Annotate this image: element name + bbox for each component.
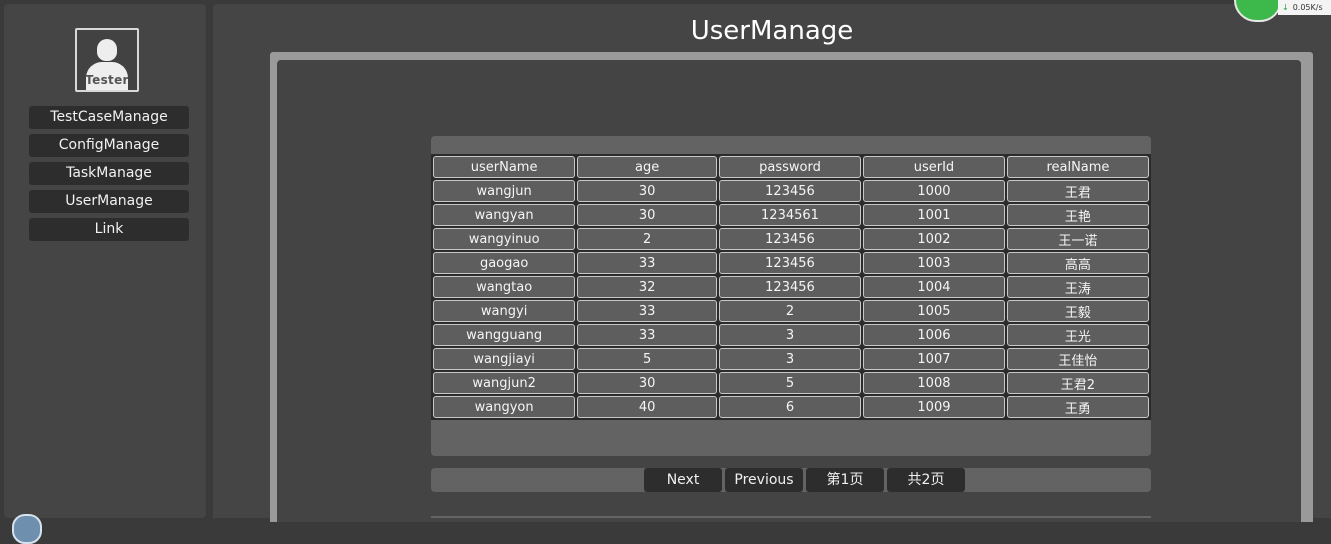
cell-age: 33 (577, 324, 717, 346)
table-row[interactable]: wangjiayi 5 3 1007 王佳怡 (433, 348, 1149, 370)
sidebar-nav: TestCaseManage ConfigManage TaskManage U… (29, 106, 189, 246)
cell-username: wangyi (433, 300, 576, 322)
cell-userid: 1003 (863, 252, 1005, 274)
cell-realname: 王佳怡 (1006, 348, 1149, 370)
cell-username: wangtao (433, 276, 576, 298)
table-row[interactable]: wangyon 40 6 1009 王勇 (433, 396, 1149, 418)
sidebar: Tester TestCaseManage ConfigManage TaskM… (4, 4, 206, 544)
cell-age: 33 (577, 252, 717, 274)
cell-userid: 1005 (863, 300, 1005, 322)
cell-password: 123456 (718, 180, 862, 202)
cell-age: 30 (577, 180, 717, 202)
current-page-indicator: 第1页 (806, 468, 884, 492)
cell-realname: 王涛 (1006, 276, 1149, 298)
table-row[interactable]: wangjun2 30 5 1008 王君2 (433, 372, 1149, 394)
column-header-userid[interactable]: userId (863, 156, 1005, 178)
cell-age: 33 (577, 300, 717, 322)
previous-button[interactable]: Previous (725, 468, 803, 492)
cell-age: 32 (577, 276, 717, 298)
page-title: UserManage (690, 16, 854, 46)
cell-userid: 1004 (863, 276, 1005, 298)
user-table-panel: userName age password userId realName wa… (431, 136, 1151, 456)
user-avatar[interactable]: Tester (75, 28, 139, 92)
cell-age: 30 (577, 204, 717, 226)
cell-userid: 1007 (863, 348, 1005, 370)
download-arrow-icon: ↓ (1282, 3, 1289, 12)
cell-password: 3 (718, 324, 862, 346)
table-row[interactable]: wangyan 30 1234561 1001 王艳 (433, 204, 1149, 226)
sidebar-item-testcasemanage[interactable]: TestCaseManage (29, 106, 189, 129)
cell-userid: 1008 (863, 372, 1005, 394)
cell-age: 30 (577, 372, 717, 394)
cell-age: 2 (577, 228, 717, 250)
cell-realname: 高高 (1006, 252, 1149, 274)
table-row[interactable]: wangjun 30 123456 1000 王君 (433, 180, 1149, 202)
next-button[interactable]: Next (644, 468, 722, 492)
cell-username: wangyon (433, 396, 576, 418)
cell-realname: 王光 (1006, 324, 1149, 346)
cell-password: 2 (718, 300, 862, 322)
cell-password: 123456 (718, 228, 862, 250)
cell-userid: 1000 (863, 180, 1005, 202)
table-row[interactable]: wangyinuo 2 123456 1002 王一诺 (433, 228, 1149, 250)
avatar-head-icon (97, 39, 117, 61)
cell-realname: 王君 (1006, 180, 1149, 202)
cell-username: wangjun (433, 180, 576, 202)
speed-value: 0.05K/s (1292, 3, 1323, 12)
avatar-label: Tester (85, 73, 129, 87)
sidebar-item-configmanage[interactable]: ConfigManage (29, 134, 189, 157)
pagination-buttons: Next Previous 第1页 共2页 (644, 468, 968, 492)
pagination-bar: Next Previous 第1页 共2页 (431, 468, 1151, 492)
cell-password: 123456 (718, 276, 862, 298)
cell-password: 6 (718, 396, 862, 418)
cell-userid: 1006 (863, 324, 1005, 346)
table-row[interactable]: gaogao 33 123456 1003 高高 (433, 252, 1149, 274)
column-header-age[interactable]: age (577, 156, 717, 178)
cell-username: wangguang (433, 324, 576, 346)
sidebar-item-usermanage[interactable]: UserManage (29, 190, 189, 213)
network-speed-widget[interactable]: ↓ 0.05K/s (1234, 0, 1331, 22)
sidebar-item-link[interactable]: Link (29, 218, 189, 241)
cell-userid: 1009 (863, 396, 1005, 418)
table-row[interactable]: wangtao 32 123456 1004 王涛 (433, 276, 1149, 298)
cell-userid: 1002 (863, 228, 1005, 250)
column-header-password[interactable]: password (718, 156, 862, 178)
cell-password: 5 (718, 372, 862, 394)
cell-realname: 王君2 (1006, 372, 1149, 394)
cell-realname: 王艳 (1006, 204, 1149, 226)
total-pages-indicator: 共2页 (887, 468, 965, 492)
cell-realname: 王勇 (1006, 396, 1149, 418)
cell-username: wangyan (433, 204, 576, 226)
cell-realname: 王毅 (1006, 300, 1149, 322)
cell-age: 40 (577, 396, 717, 418)
cell-password: 1234561 (718, 204, 862, 226)
cell-username: gaogao (433, 252, 576, 274)
cell-password: 3 (718, 348, 862, 370)
table-row[interactable]: wangguang 33 3 1006 王光 (433, 324, 1149, 346)
user-table: userName age password userId realName wa… (431, 154, 1151, 420)
speed-readout: ↓ 0.05K/s (1278, 0, 1331, 15)
table-header-row: userName age password userId realName (433, 156, 1149, 178)
cell-realname: 王一诺 (1006, 228, 1149, 250)
main-panel: UserManage userName age password userId … (213, 4, 1331, 522)
table-row[interactable]: wangyi 33 2 1005 王毅 (433, 300, 1149, 322)
column-header-realname[interactable]: realName (1006, 156, 1149, 178)
cell-username: wangjun2 (433, 372, 576, 394)
cell-username: wangyinuo (433, 228, 576, 250)
column-header-username[interactable]: userName (433, 156, 576, 178)
cell-username: wangjiayi (433, 348, 576, 370)
sidebar-item-taskmanage[interactable]: TaskManage (29, 162, 189, 185)
cell-age: 5 (577, 348, 717, 370)
cell-userid: 1001 (863, 204, 1005, 226)
cell-password: 123456 (718, 252, 862, 274)
corner-orb-icon[interactable] (12, 514, 42, 544)
